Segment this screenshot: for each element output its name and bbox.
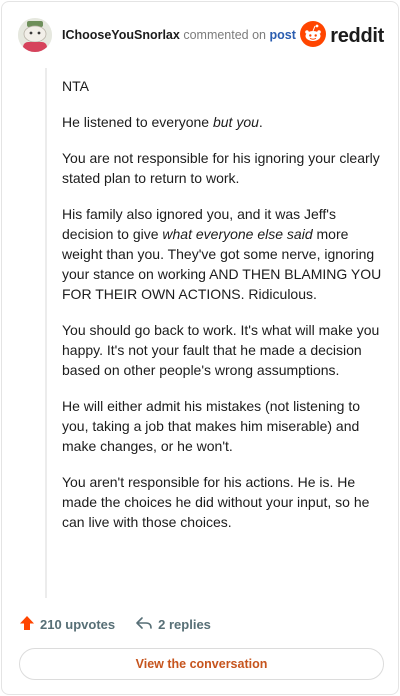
comment-paragraph: NTA [62, 78, 89, 94]
comment-paragraph: You aren't responsible for his actions. … [62, 474, 370, 530]
comment-paragraph: He listened to everyone but you. [62, 114, 263, 130]
replies-label: 2 replies [158, 616, 211, 632]
upvote-arrow-icon[interactable] [19, 615, 40, 634]
view-conversation-button[interactable]: View the conversation [19, 648, 384, 680]
comment-paragraph: His family also ignored you, and it was … [62, 206, 382, 302]
reply-count[interactable]: 2 replies [135, 615, 211, 634]
comment-text: NTA He listened to everyone but you. You… [62, 76, 384, 548]
embedded-comment-card: IChooseYouSnorlax commented on post redd… [1, 1, 399, 695]
comment-stats: 210 upvotes 2 replies [19, 614, 211, 634]
comment-header: IChooseYouSnorlax commented on post redd… [18, 18, 384, 52]
comment-body: NTA He listened to everyone but you. You… [45, 68, 381, 598]
post-link[interactable]: post [270, 28, 296, 42]
reddit-snoo-logo-icon [300, 20, 327, 52]
reddit-brand[interactable]: reddit [300, 20, 384, 52]
commented-on-text: commented on [183, 28, 267, 42]
reply-arrow-icon [135, 615, 158, 634]
comment-paragraph: You are not responsible for his ignoring… [62, 150, 380, 186]
upvote-label: 210 upvotes [40, 616, 116, 632]
snoo-avatar-icon[interactable] [18, 18, 52, 52]
upvote-count[interactable]: 210 upvotes [19, 615, 115, 634]
comment-paragraph: You should go back to work. It's what wi… [62, 322, 380, 378]
comment-paragraph: He will either admit his mistakes (not l… [62, 398, 361, 454]
reddit-wordmark: reddit [330, 24, 384, 47]
author-username[interactable]: IChooseYouSnorlax [62, 28, 180, 42]
author-line: IChooseYouSnorlax commented on post [62, 26, 296, 44]
